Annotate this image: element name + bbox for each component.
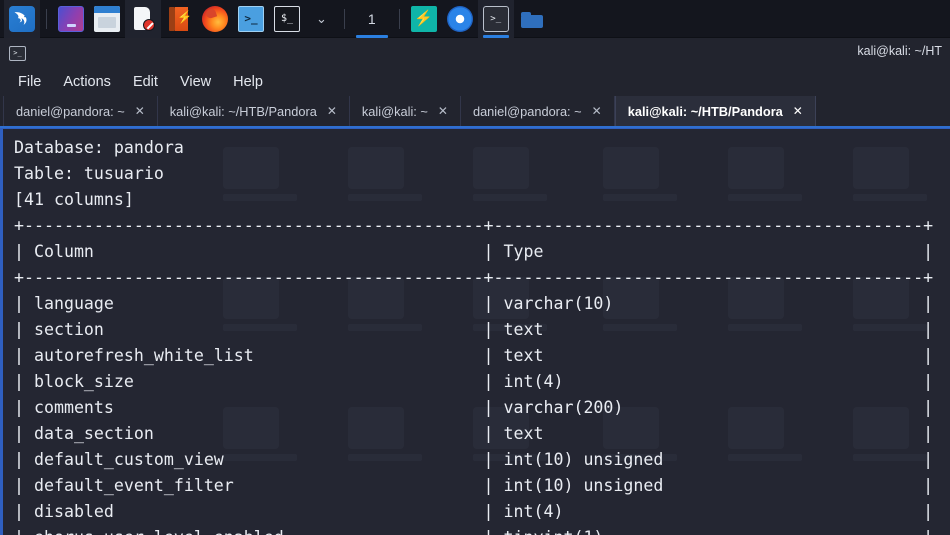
firefox-icon	[202, 5, 228, 32]
menu-item-file[interactable]: File	[14, 72, 52, 92]
tab-label: daniel@pandora: ~	[472, 103, 582, 119]
kali-menu-button[interactable]	[4, 0, 40, 38]
terminal-viewport[interactable]: Database: pandora Table: tusuario [41 co…	[0, 128, 950, 535]
tab-bar: daniel@pandora: ~ ✕ kali@kali: ~/HTB/Pan…	[0, 96, 950, 128]
window-title: kali@kali: ~/HT	[857, 44, 942, 58]
tab-close-icon[interactable]: ✕	[793, 105, 803, 117]
tab-close-icon[interactable]: ✕	[135, 105, 145, 117]
terminal-blue-button[interactable]: >_	[233, 0, 269, 38]
workspace-1-button[interactable]: 1	[351, 0, 393, 38]
text-editor-button[interactable]	[125, 0, 161, 38]
taskbar-separator-2	[343, 8, 345, 29]
tab-kali-htb-pandora-1[interactable]: kali@kali: ~/HTB/Pandora ✕	[157, 96, 350, 126]
orange-book-icon	[166, 6, 192, 32]
kali-dragon-icon	[9, 5, 35, 32]
terminal-output: Database: pandora Table: tusuario [41 co…	[14, 138, 934, 535]
teal-zap-icon: ⚡	[410, 5, 437, 32]
tab-label: kali@kali: ~/HTB/Pandora	[627, 103, 783, 119]
terminal-window: >_ kali@kali: ~/HT File Actions Edit Vie…	[0, 38, 950, 535]
tab-label: daniel@pandora: ~	[16, 103, 125, 119]
tab-kali-htb-pandora-2-active[interactable]: kali@kali: ~/HTB/Pandora ✕	[614, 96, 816, 126]
burpsuite-button[interactable]	[161, 0, 197, 38]
menu-item-help[interactable]: Help	[222, 72, 274, 92]
tab-close-icon[interactable]: ✕	[592, 105, 602, 117]
menu-item-view[interactable]: View	[169, 72, 222, 92]
menubar: File Actions Edit View Help	[0, 68, 950, 96]
app-window-switcher-button[interactable]	[53, 0, 89, 38]
firefox-button[interactable]	[197, 0, 233, 38]
chromium-icon	[446, 5, 473, 32]
chromium-browser-button[interactable]	[442, 0, 478, 38]
tab-close-icon[interactable]: ✕	[438, 105, 448, 117]
taskbar-separator-3	[398, 8, 400, 29]
workspace-label: 1	[367, 10, 376, 27]
terminal-small-icon: >_	[482, 5, 509, 32]
files-task-button[interactable]	[514, 0, 550, 38]
tab-close-icon[interactable]: ✕	[327, 105, 337, 117]
window-titlebar: >_ kali@kali: ~/HT	[0, 38, 950, 68]
menu-item-edit[interactable]: Edit	[122, 72, 169, 92]
document-blocked-icon	[130, 6, 156, 32]
window-list-chevron-button[interactable]: ⌄	[305, 0, 338, 38]
folder-icon	[94, 5, 120, 32]
file-manager-button[interactable]	[89, 0, 125, 38]
teal-zap-app-button[interactable]: ⚡	[406, 0, 442, 38]
tab-daniel-pandora-1[interactable]: daniel@pandora: ~ ✕	[3, 96, 158, 126]
tab-kali-home[interactable]: kali@kali: ~ ✕	[349, 96, 461, 126]
chevron-down-icon: ⌄	[316, 11, 327, 26]
blue-folder-icon	[519, 6, 545, 32]
terminal-window-icon: >_	[9, 45, 26, 61]
terminal-dollar-icon: $_	[274, 5, 300, 32]
terminal-root-button[interactable]: $_	[269, 0, 305, 38]
terminal-blue-icon: >_	[238, 5, 264, 32]
taskbar-separator-1	[46, 8, 47, 29]
taskbar: >_ $_ ⌄ 1 ⚡ >_	[0, 0, 950, 38]
menu-item-actions[interactable]: Actions	[52, 72, 122, 92]
tab-label: kali@kali: ~	[361, 103, 428, 119]
terminal-window-task-button[interactable]: >_	[477, 0, 514, 38]
tab-label: kali@kali: ~/HTB/Pandora	[169, 103, 317, 119]
tab-daniel-pandora-2[interactable]: daniel@pandora: ~ ✕	[460, 96, 615, 126]
window-gradient-icon	[58, 5, 84, 32]
